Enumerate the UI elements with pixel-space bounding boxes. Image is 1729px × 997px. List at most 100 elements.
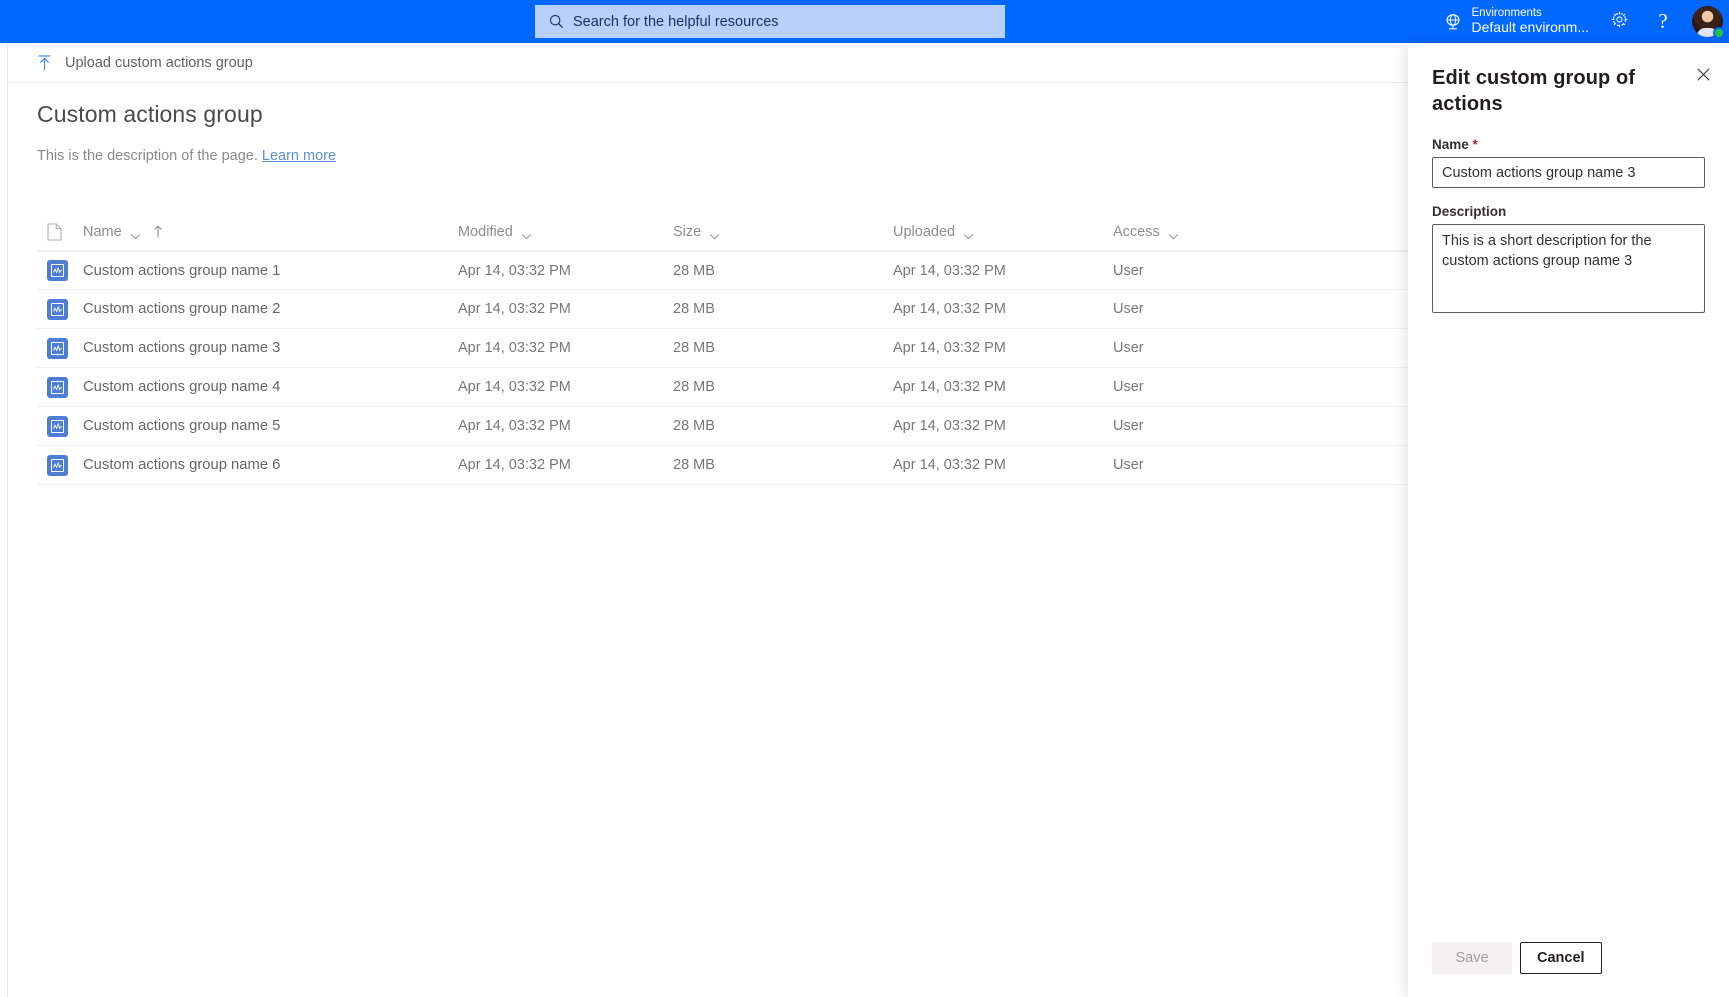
panel-close-button[interactable] [1687, 61, 1719, 93]
upload-button-label: Upload custom actions group [65, 54, 253, 71]
row-name-label: Custom actions group name 2 [83, 301, 281, 317]
row-icon-cell [37, 376, 83, 398]
environment-value: Default environm... [1471, 19, 1590, 36]
row-modified-cell: Apr 14, 03:32 PM [458, 379, 571, 395]
row-size-cell: 28 MB [673, 301, 715, 317]
settings-button[interactable] [1597, 0, 1641, 43]
column-header-uploaded-label: Uploaded [893, 223, 956, 240]
chevron-down-icon [521, 228, 532, 240]
search-placeholder-text: Search for the helpful resources [573, 13, 779, 30]
name-field-group: Name * [1432, 137, 1705, 188]
row-modified-cell: Apr 14, 03:32 PM [458, 457, 571, 473]
column-header-access-label: Access [1113, 223, 1160, 240]
name-label-text: Name [1432, 137, 1469, 152]
row-size-cell: 28 MB [673, 418, 715, 434]
top-navigation-bar: Search for the helpful resources Environ… [0, 0, 1729, 43]
column-header-access[interactable]: Access [1113, 224, 1333, 240]
environment-globe-icon [1443, 12, 1463, 32]
row-access-cell: User [1113, 301, 1144, 317]
sort-ascending-arrow-icon [153, 225, 163, 238]
row-modified-cell: Apr 14, 03:32 PM [458, 340, 571, 356]
custom-action-group-icon [47, 298, 68, 320]
row-access-cell: User [1113, 457, 1144, 473]
search-icon [549, 14, 564, 29]
row-size-cell: 28 MB [673, 262, 715, 279]
upload-arrow-icon [36, 54, 53, 71]
row-size-cell: 28 MB [673, 379, 715, 395]
topbar-right-actions: Environments Default environm... ? [1435, 0, 1729, 43]
gear-icon [1610, 10, 1629, 34]
help-question-icon: ? [1658, 9, 1668, 33]
row-access-cell: User [1113, 418, 1144, 434]
environment-selector[interactable]: Environments Default environm... [1435, 0, 1598, 43]
row-name-cell: Custom actions group name 6 [83, 457, 458, 473]
panel-header: Edit custom group of actions [1432, 65, 1713, 118]
row-name-cell: Custom actions group name 1 [83, 263, 458, 279]
page-title: Custom actions group [37, 101, 263, 127]
column-header-size[interactable]: Size [673, 224, 893, 240]
learn-more-link[interactable]: Learn more [262, 148, 336, 164]
panel-footer: Save Cancel [1432, 942, 1602, 974]
row-uploaded-cell: Apr 14, 03:32 PM [893, 340, 1006, 356]
custom-action-group-icon [47, 454, 68, 476]
chevron-down-icon [709, 228, 720, 240]
upload-custom-actions-group-button[interactable]: Upload custom actions group [8, 43, 265, 83]
row-size-cell: 28 MB [673, 340, 715, 356]
row-access-cell: User [1113, 379, 1144, 395]
column-header-uploaded[interactable]: Uploaded [893, 224, 1113, 240]
custom-action-group-icon [47, 415, 68, 437]
help-button[interactable]: ? [1641, 0, 1685, 43]
column-header-modified-label: Modified [458, 223, 513, 240]
column-header-name-label: Name [83, 223, 122, 240]
row-modified-cell: Apr 14, 03:32 PM [458, 262, 571, 279]
presence-status-badge [1713, 27, 1725, 39]
row-modified-cell: Apr 14, 03:32 PM [458, 301, 571, 317]
global-search-box[interactable]: Search for the helpful resources [535, 5, 1005, 38]
row-name-cell: Custom actions group name 5 [83, 418, 458, 434]
save-button[interactable]: Save [1432, 942, 1512, 974]
row-icon-cell [37, 415, 83, 437]
row-uploaded-cell: Apr 14, 03:32 PM [893, 379, 1006, 395]
name-input[interactable] [1432, 157, 1705, 188]
row-icon-cell [37, 298, 83, 320]
column-header-size-label: Size [673, 223, 702, 240]
row-icon-cell [37, 337, 83, 359]
row-icon-cell [37, 454, 83, 476]
chevron-down-icon [130, 228, 141, 240]
description-textarea[interactable] [1432, 224, 1705, 313]
close-icon [1696, 68, 1710, 86]
description-field-group: Description [1432, 204, 1705, 318]
row-access-cell: User [1113, 262, 1144, 279]
row-uploaded-cell: Apr 14, 03:32 PM [893, 262, 1006, 279]
row-name-cell: Custom actions group name 4 [83, 379, 458, 395]
row-access-cell: User [1113, 340, 1144, 356]
row-uploaded-cell: Apr 14, 03:32 PM [893, 301, 1006, 317]
row-name-cell: Custom actions group name 3 [83, 340, 458, 356]
row-name-cell: Custom actions group name 2 [83, 301, 458, 317]
custom-action-group-icon [47, 337, 68, 359]
row-uploaded-cell: Apr 14, 03:32 PM [893, 457, 1006, 473]
chevron-down-icon [1168, 228, 1179, 240]
cancel-button[interactable]: Cancel [1520, 942, 1602, 974]
custom-action-group-icon [47, 260, 68, 281]
row-icon-cell [37, 260, 83, 281]
environment-text: Environments Default environm... [1472, 7, 1590, 36]
page-description: This is the description of the page. Lea… [37, 148, 336, 164]
panel-title: Edit custom group of actions [1432, 67, 1636, 116]
required-marker: * [1472, 137, 1478, 152]
row-size-cell: 28 MB [673, 457, 715, 473]
column-header-name[interactable]: Name [83, 224, 458, 240]
row-name-label: Custom actions group name 1 [83, 262, 281, 279]
name-field-label: Name * [1432, 137, 1705, 152]
page-description-text: This is the description of the page. [37, 148, 258, 164]
custom-action-group-icon [47, 376, 68, 398]
chevron-down-icon [963, 228, 974, 240]
file-document-icon [47, 222, 62, 241]
user-account-button[interactable] [1685, 0, 1729, 43]
row-modified-cell: Apr 14, 03:32 PM [458, 418, 571, 434]
column-header-modified[interactable]: Modified [458, 224, 673, 240]
row-name-label: Custom actions group name 3 [83, 340, 281, 356]
row-name-label: Custom actions group name 6 [83, 457, 281, 473]
edit-custom-group-panel: Edit custom group of actions Name * Desc… [1408, 43, 1729, 997]
row-name-label: Custom actions group name 4 [83, 379, 281, 395]
